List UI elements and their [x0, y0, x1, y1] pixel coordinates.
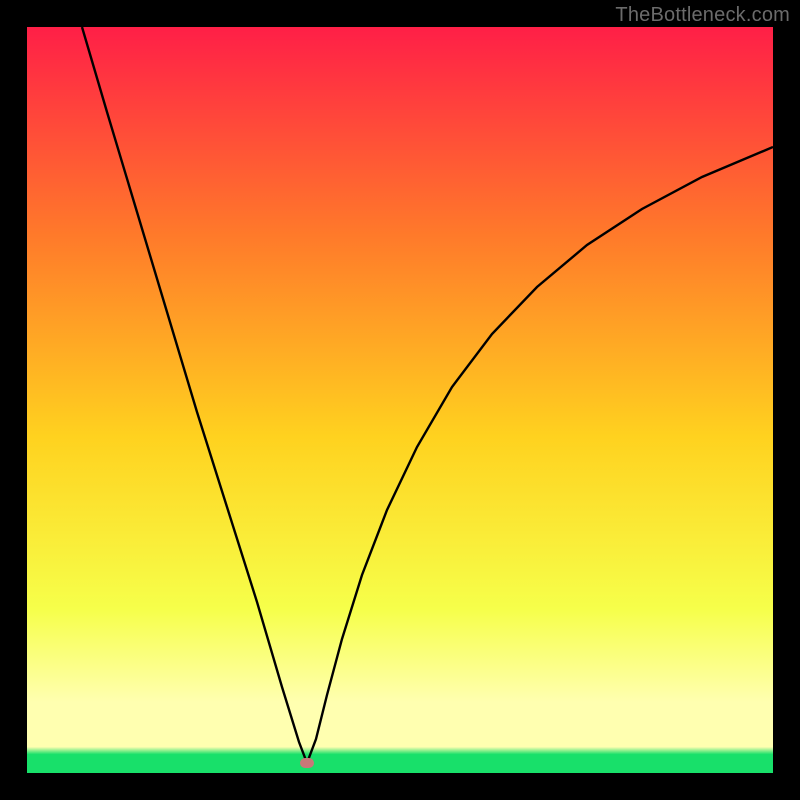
watermark-text: TheBottleneck.com	[615, 4, 790, 27]
plot-area	[27, 27, 773, 773]
bottleneck-curve	[27, 27, 773, 773]
optimal-point-marker	[300, 758, 314, 768]
